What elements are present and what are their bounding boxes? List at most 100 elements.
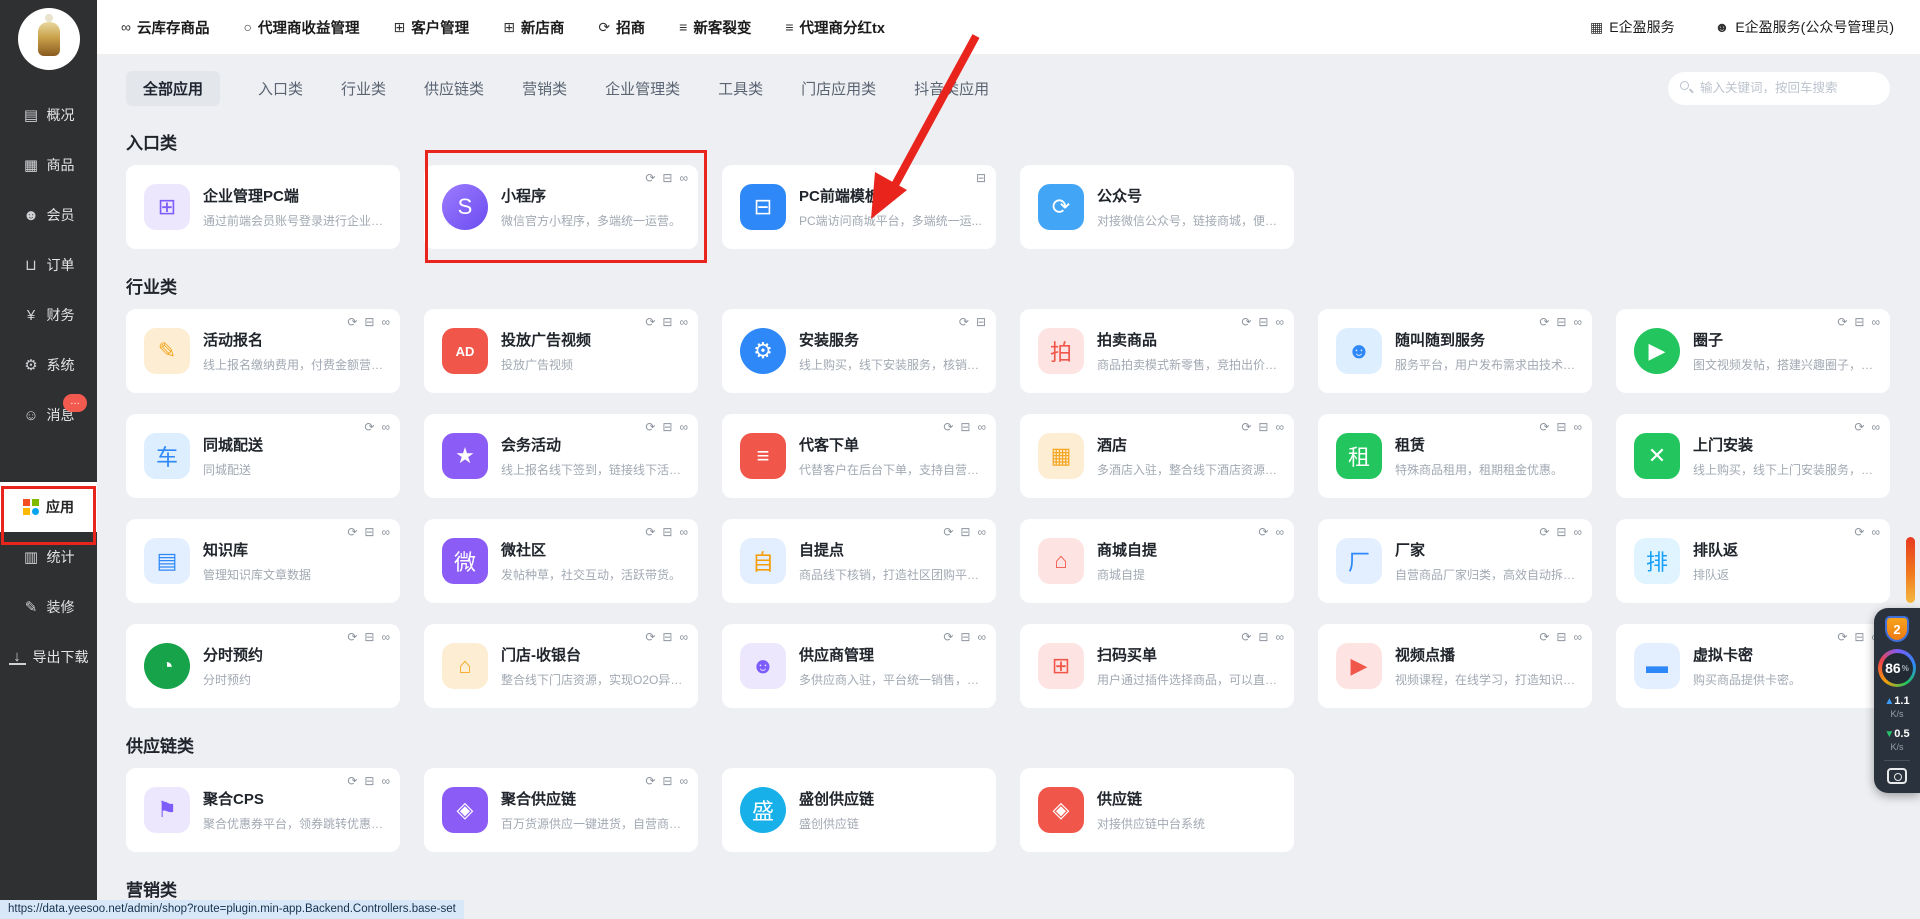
app-card[interactable]: 盛盛创供应链盛创供应链 <box>722 768 996 852</box>
sidebar-item-goods[interactable]: ▦商品 <box>0 140 97 190</box>
screenshot-camera-icon[interactable] <box>1887 768 1907 784</box>
app-card[interactable]: ⟳⊟∞✎活动报名线上报名缴纳费用，付费金额营销... <box>126 309 400 393</box>
link-icon[interactable]: ∞ <box>679 316 688 328</box>
sidebar-item-finance[interactable]: ¥财务 <box>0 290 97 340</box>
app-card[interactable]: ⟳⊟∞▶圈子图文视频发帖，搭建兴趣圈子，实... <box>1616 309 1890 393</box>
store-icon[interactable]: ⊟ <box>976 172 986 184</box>
sync-icon[interactable]: ⟳ <box>1539 316 1549 328</box>
sync-icon[interactable]: ⟳ <box>645 526 655 538</box>
store-icon[interactable]: ⊟ <box>1854 631 1864 643</box>
sync-icon[interactable]: ⟳ <box>943 526 953 538</box>
sync-icon[interactable]: ⟳ <box>645 421 655 433</box>
sidebar-item-members[interactable]: ☻会员 <box>0 190 97 240</box>
sync-icon[interactable]: ⟳ <box>347 775 357 787</box>
tab-入口类[interactable]: 入口类 <box>258 78 303 99</box>
app-card[interactable]: ⟳⊟∞拍拍卖商品商品拍卖模式新零售，竞拍出价得... <box>1020 309 1294 393</box>
link-icon[interactable]: ∞ <box>1275 631 1284 643</box>
sync-icon[interactable]: ⟳ <box>1241 316 1251 328</box>
sidebar-item-overview[interactable]: ▤概况 <box>0 90 97 140</box>
score-gauge[interactable]: 86% <box>1878 649 1916 687</box>
store-icon[interactable]: ⊟ <box>1258 631 1268 643</box>
sync-icon[interactable]: ⟳ <box>1539 526 1549 538</box>
app-card[interactable]: ⟳⊟∞厂厂家自营商品厂家归类，高效自动拆单。 <box>1318 519 1592 603</box>
link-icon[interactable]: ∞ <box>1275 421 1284 433</box>
tab-行业类[interactable]: 行业类 <box>341 78 386 99</box>
store-icon[interactable]: ⊟ <box>364 526 374 538</box>
app-card[interactable]: ⟳⊟∞☻随叫随到服务服务平台，用户发布需求由技术师... <box>1318 309 1592 393</box>
link-icon[interactable]: ∞ <box>381 421 390 433</box>
app-card[interactable]: ⟳⊟∞★会务活动线上报名线下签到，链接线下活动。 <box>424 414 698 498</box>
tab-抖音类应用[interactable]: 抖音类应用 <box>914 78 989 99</box>
sync-icon[interactable]: ⟳ <box>1241 631 1251 643</box>
app-card[interactable]: ⊞企业管理PC端通过前端会员账号登录进行企业管理 <box>126 165 400 249</box>
link-icon[interactable]: ∞ <box>1573 316 1582 328</box>
link-icon[interactable]: ∞ <box>1573 631 1582 643</box>
sync-icon[interactable]: ⟳ <box>347 526 357 538</box>
store-icon[interactable]: ⊟ <box>1556 631 1566 643</box>
app-card[interactable]: ⟳⊟∞≡代客下单代替客户在后台下单，支持自营，... <box>722 414 996 498</box>
store-icon[interactable]: ⊟ <box>662 526 672 538</box>
topbar-menu-item[interactable]: ⊞新店商 <box>503 17 564 38</box>
sync-icon[interactable]: ⟳ <box>645 775 655 787</box>
tab-企业管理类[interactable]: 企业管理类 <box>605 78 680 99</box>
sidebar-item-messages[interactable]: ☺消息… <box>0 390 97 440</box>
store-icon[interactable]: ⊟ <box>662 631 672 643</box>
store-icon[interactable]: ⊟ <box>1854 316 1864 328</box>
app-card[interactable]: ⟳⊟∞AD投放广告视频投放广告视频 <box>424 309 698 393</box>
app-card[interactable]: ⟳∞排排队返排队返 <box>1616 519 1890 603</box>
store-icon[interactable]: ⊟ <box>364 631 374 643</box>
tab-供应链类[interactable]: 供应链类 <box>424 78 484 99</box>
topbar-menu-item[interactable]: ⟳招商 <box>598 17 645 38</box>
link-icon[interactable]: ∞ <box>381 631 390 643</box>
store-icon[interactable]: ⊟ <box>1556 421 1566 433</box>
app-card[interactable]: ⟳⊟∞▬虚拟卡密购买商品提供卡密。 <box>1616 624 1890 708</box>
app-card[interactable]: ⟳⊟⚙安装服务线上购买，线下安装服务，核销确... <box>722 309 996 393</box>
sync-icon[interactable]: ⟳ <box>1837 316 1847 328</box>
sync-icon[interactable]: ⟳ <box>645 172 655 184</box>
sync-icon[interactable]: ⟳ <box>1837 631 1847 643</box>
link-icon[interactable]: ∞ <box>1871 421 1880 433</box>
store-icon[interactable]: ⊟ <box>364 775 374 787</box>
store-icon[interactable]: ⊟ <box>976 316 986 328</box>
sync-icon[interactable]: ⟳ <box>1854 526 1864 538</box>
topbar-menu-item[interactable]: ≡代理商分红tx <box>785 17 885 38</box>
sync-icon[interactable]: ⟳ <box>1258 526 1268 538</box>
link-icon[interactable]: ∞ <box>381 316 390 328</box>
store-icon[interactable]: ⊟ <box>662 316 672 328</box>
link-icon[interactable]: ∞ <box>1871 316 1880 328</box>
store-icon[interactable]: ⊟ <box>1556 526 1566 538</box>
link-icon[interactable]: ∞ <box>977 631 986 643</box>
topbar-menu-item[interactable]: ○代理商收益管理 <box>243 17 359 38</box>
sync-icon[interactable]: ⟳ <box>347 631 357 643</box>
link-icon[interactable]: ∞ <box>679 631 688 643</box>
store-icon[interactable]: ⊟ <box>1258 421 1268 433</box>
sidebar-item-apps[interactable]: 应用 <box>0 482 97 532</box>
sidebar-item-export[interactable]: ↓导出下载 <box>0 632 97 682</box>
link-icon[interactable]: ∞ <box>1573 421 1582 433</box>
app-card[interactable]: ⟳⊟∞S小程序微信官方小程序，多端统一运营。 <box>424 165 698 249</box>
app-card[interactable]: ⊟⊟PC前端模板PC端访问商城平台，多端统一运... <box>722 165 996 249</box>
store-icon[interactable]: ⊟ <box>1258 316 1268 328</box>
app-card[interactable]: ⟳⊟∞▦酒店多酒店入驻，整合线下酒店资源，... <box>1020 414 1294 498</box>
app-card[interactable]: ⟳⊟∞租租赁特殊商品租用，租期租金优惠。 <box>1318 414 1592 498</box>
app-card[interactable]: ⟳⊟∞⊞扫码买单用户通过插件选择商品，可以直接... <box>1020 624 1294 708</box>
topbar-menu-item[interactable]: ⊞客户管理 <box>393 17 469 38</box>
sync-icon[interactable]: ⟳ <box>959 316 969 328</box>
sync-icon[interactable]: ⟳ <box>1241 421 1251 433</box>
topbar-account-item[interactable]: ▦E企盈服务 <box>1590 17 1675 37</box>
link-icon[interactable]: ∞ <box>679 526 688 538</box>
sync-icon[interactable]: ⟳ <box>364 421 374 433</box>
link-icon[interactable]: ∞ <box>1573 526 1582 538</box>
link-icon[interactable]: ∞ <box>381 775 390 787</box>
tab-门店应用类[interactable]: 门店应用类 <box>801 78 876 99</box>
tab-全部应用[interactable]: 全部应用 <box>126 71 220 106</box>
app-card[interactable]: ⟳⊟∞▤知识库管理知识库文章数据 <box>126 519 400 603</box>
store-icon[interactable]: ⊟ <box>960 631 970 643</box>
link-icon[interactable]: ∞ <box>679 421 688 433</box>
sidebar-item-system[interactable]: ⚙系统 <box>0 340 97 390</box>
link-icon[interactable]: ∞ <box>1871 526 1880 538</box>
sync-icon[interactable]: ⟳ <box>645 316 655 328</box>
app-card[interactable]: ⟳∞✕上门安装线上购买，线下上门安装服务，核... <box>1616 414 1890 498</box>
app-card[interactable]: ⟳⊟∞▶视频点播视频课程，在线学习，打造知识付... <box>1318 624 1592 708</box>
app-card[interactable]: ◈供应链对接供应链中台系统 <box>1020 768 1294 852</box>
